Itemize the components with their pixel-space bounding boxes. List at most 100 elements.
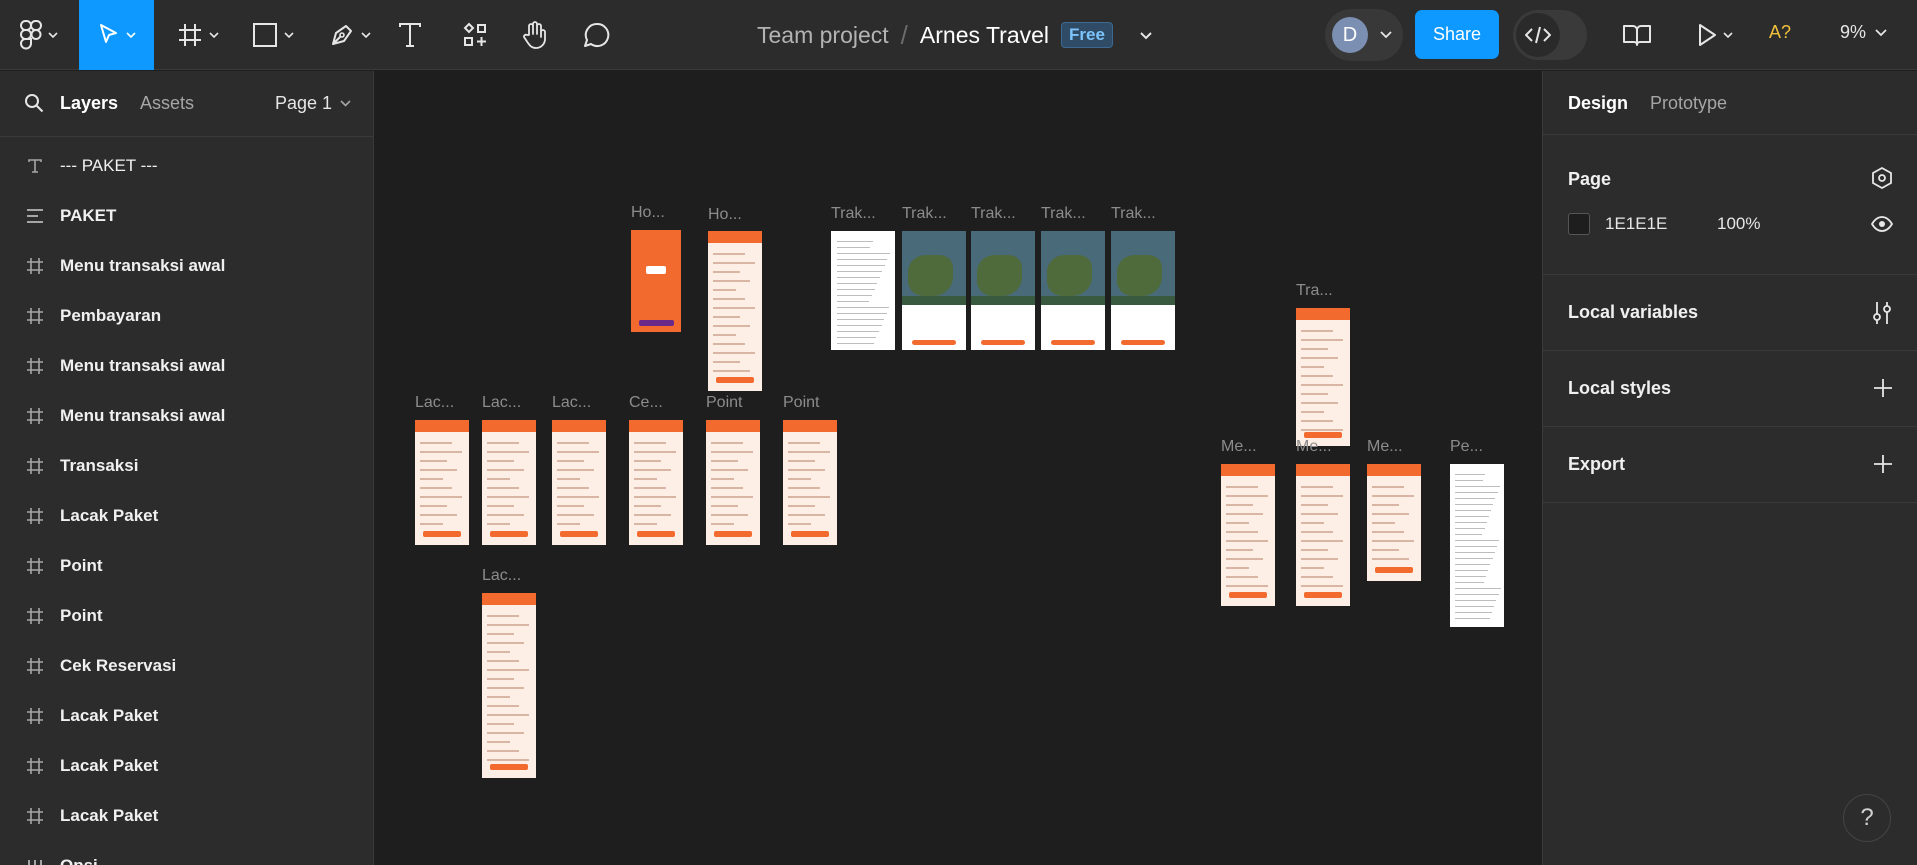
resources-button[interactable] [460,0,490,70]
frame-thumbnail[interactable] [902,231,966,350]
layer-row[interactable]: Lacak Paket [0,491,373,541]
play-icon [1699,24,1716,46]
frame-thumbnail[interactable] [831,231,895,350]
frame-thumbnail[interactable] [1450,464,1504,627]
tab-assets[interactable]: Assets [140,93,194,114]
text-tool-button[interactable] [395,0,425,70]
layer-row[interactable]: Lacak Paket [0,691,373,741]
share-button[interactable]: Share [1415,10,1499,59]
frame-thumbnail[interactable] [415,420,469,545]
layer-row[interactable]: --- PAKET --- [0,141,373,191]
frame-label[interactable]: Lac... [482,394,521,412]
frame-thumbnail[interactable] [482,420,536,545]
frame-thumbnail[interactable] [706,420,760,545]
frame-label[interactable]: Pe... [1450,438,1483,456]
frame-thumbnail[interactable] [631,230,681,332]
chevron-down-icon [1723,32,1733,38]
frame-label[interactable]: Tra... [1296,282,1333,300]
frame-thumbnail[interactable] [1041,231,1105,350]
frame-label[interactable]: Lac... [415,394,454,412]
frame-label[interactable]: Me... [1367,438,1403,456]
zoom-menu[interactable]: 9% [1840,22,1887,43]
multiplayer-avatar-button[interactable]: D [1325,9,1403,61]
comment-tool-button[interactable] [582,0,612,70]
page-settings-icon[interactable] [1871,167,1893,189]
layers-list: --- PAKET --- PAKET Menu transaksi awal Pem… [0,141,373,865]
local-variables-title: Local variables [1568,302,1699,322]
top-toolbar: Team project / Arnes Travel Free D Share… [0,0,1917,70]
present-button[interactable] [1690,0,1740,70]
local-styles-section[interactable]: Local styles [1543,351,1917,427]
frame-label[interactable]: Ce... [629,394,663,412]
move-tool-button[interactable] [79,0,154,70]
frame-label[interactable]: Trak... [831,205,876,223]
library-button[interactable] [1622,0,1652,70]
frame-label[interactable]: Trak... [902,205,947,223]
frame-thumbnail[interactable] [1296,464,1350,606]
variables-icon[interactable] [1871,301,1893,325]
frame-label[interactable]: Ho... [708,206,742,224]
title-separator: / [900,19,908,50]
frame-thumbnail[interactable] [1367,464,1421,581]
tab-prototype[interactable]: Prototype [1650,93,1727,114]
frame-thumbnail[interactable] [482,593,536,778]
layer-row[interactable]: Point [0,541,373,591]
layer-row[interactable]: Lacak Paket [0,791,373,841]
layer-row[interactable]: Pembayaran [0,291,373,341]
layer-row[interactable]: Cek Reservasi [0,641,373,691]
page-color-opacity[interactable]: 100% [1717,214,1760,234]
tab-layers[interactable]: Layers [60,93,118,114]
local-variables-section[interactable]: Local variables [1543,275,1917,351]
main-menu-button[interactable] [14,0,64,70]
frame-thumbnail[interactable] [552,420,606,545]
layer-row[interactable]: Lacak Paket [0,741,373,791]
frame-label[interactable]: Trak... [1111,205,1156,223]
frame-thumbnail[interactable] [1111,231,1175,350]
eye-icon[interactable] [1871,216,1893,232]
layer-row[interactable]: PAKET [0,191,373,241]
frame-label[interactable]: Trak... [971,205,1016,223]
export-section[interactable]: Export [1543,427,1917,503]
dev-mode-toggle[interactable] [1513,10,1587,60]
tab-design[interactable]: Design [1568,93,1628,114]
frame-label[interactable]: Point [783,394,819,412]
plus-icon[interactable] [1873,454,1893,474]
frame-thumbnail[interactable] [629,420,683,545]
frame-label[interactable]: Trak... [1041,205,1086,223]
file-title[interactable]: Team project / Arnes Travel Free [757,18,1153,52]
layer-row[interactable]: Menu transaksi awal [0,241,373,291]
frame-thumbnail[interactable] [1296,308,1350,446]
frame-thumbnail[interactable] [971,231,1035,350]
shape-tool-button[interactable] [245,0,301,70]
frame-tool-button[interactable] [170,0,226,70]
library-icon [1623,25,1651,46]
layer-row[interactable]: Transaksi [0,441,373,491]
page-color-swatch[interactable] [1568,213,1590,235]
page-selector[interactable]: Page 1 [275,93,351,114]
frame-thumbnail[interactable] [783,420,837,545]
layer-row[interactable]: Point [0,591,373,641]
team-name[interactable]: Team project [757,22,889,49]
hand-tool-button[interactable] [520,0,550,70]
file-name[interactable]: Arnes Travel [920,22,1049,49]
design-canvas[interactable]: Ho... Ho... Trak... Trak... Trak... Trak... Tr… [375,71,1541,865]
frame-label[interactable]: Lac... [482,567,521,585]
frame-label[interactable]: Me... [1221,438,1257,456]
help-button[interactable]: ? [1843,794,1891,842]
search-icon[interactable] [24,93,44,113]
layer-row[interactable]: Opsi [0,841,373,865]
frame-label[interactable]: Point [706,394,742,412]
page-color-hex[interactable]: 1E1E1E [1605,214,1667,234]
frame-label[interactable]: Ho... [631,204,665,222]
layer-row[interactable]: Menu transaksi awal [0,341,373,391]
plus-icon[interactable] [1873,378,1893,398]
frame-thumbnail[interactable] [1221,464,1275,606]
chevron-down-icon[interactable] [1139,31,1153,40]
layer-row[interactable]: Menu transaksi awal [0,391,373,441]
frame-label[interactable]: Lac... [552,394,591,412]
plan-badge[interactable]: Free [1061,22,1113,48]
frame-label[interactable]: Me... [1296,438,1332,456]
missing-fonts-indicator[interactable]: A? [1769,22,1791,43]
frame-thumbnail[interactable] [708,231,762,391]
pen-tool-button[interactable] [322,0,378,70]
